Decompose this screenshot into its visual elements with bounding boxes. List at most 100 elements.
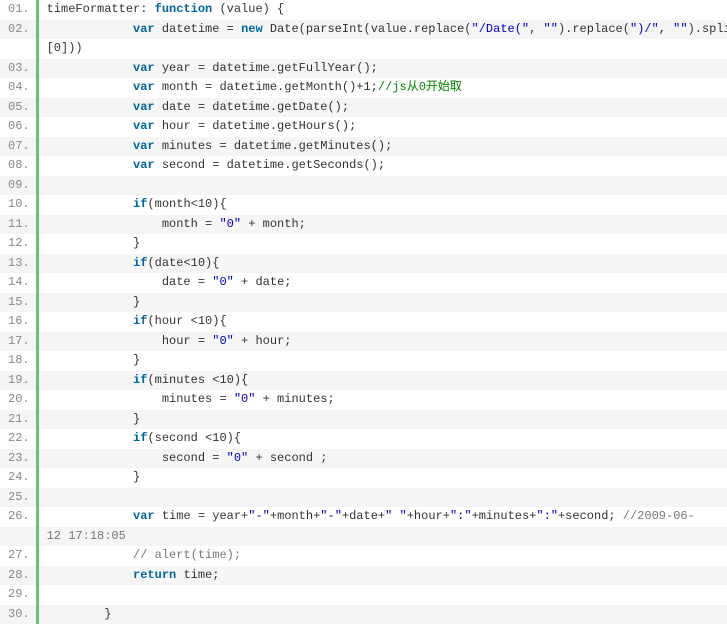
code-token: "0" [212, 275, 234, 289]
line-number: 25. [0, 488, 36, 508]
code-token: minutes = datetime.getMinutes(); [155, 139, 393, 153]
code-token [47, 373, 133, 387]
code-token: time; [176, 568, 219, 582]
code-token [47, 431, 133, 445]
code-token: (hour <10){ [147, 314, 226, 328]
code-token: ).replace( [558, 22, 630, 36]
code-line: // alert(time); [39, 546, 727, 566]
code-token: +second; [558, 509, 623, 523]
code-token [47, 139, 133, 153]
code-line: } [39, 468, 727, 488]
line-number [0, 39, 36, 59]
code-token: year = datetime.getFullYear(); [155, 61, 378, 75]
code-line: hour = "0" + hour; [39, 332, 727, 352]
code-line: return time; [39, 566, 727, 586]
code-token: +month+ [270, 509, 320, 523]
code-line: if(month<10){ [39, 195, 727, 215]
code-token [47, 119, 133, 133]
line-number: 26. [0, 507, 36, 527]
code-line: } [39, 410, 727, 430]
line-number: 02. [0, 20, 36, 40]
line-number: 15. [0, 293, 36, 313]
code-token: if [133, 256, 147, 270]
code-token: "0" [227, 451, 249, 465]
code-token: + date; [234, 275, 292, 289]
code-line: timeFormatter: function (value) { [39, 0, 727, 20]
code-token: 12 17:18:05 [47, 529, 126, 543]
code-token: return [133, 568, 176, 582]
code-token: (date<10){ [147, 256, 219, 270]
line-number: 01. [0, 0, 36, 20]
code-line: var date = datetime.getDate(); [39, 98, 727, 118]
code-token: if [133, 431, 147, 445]
code-token: "-" [248, 509, 270, 523]
code-token: "/Date(" [472, 22, 530, 36]
code-token [47, 158, 133, 172]
line-number: 04. [0, 78, 36, 98]
code-token: "0" [219, 217, 241, 231]
code-token: var [133, 119, 155, 133]
code-token [47, 178, 54, 192]
line-number: 18. [0, 351, 36, 371]
code-token: month = [47, 217, 220, 231]
code-token: } [47, 412, 141, 426]
code-area: timeFormatter: function (value) { var da… [39, 0, 727, 624]
code-token: (minutes <10){ [147, 373, 248, 387]
code-token: "0" [212, 334, 234, 348]
code-token: if [133, 314, 147, 328]
code-line [39, 488, 727, 508]
code-token: var [133, 100, 155, 114]
code-token: "" [544, 22, 558, 36]
code-token: " " [385, 509, 407, 523]
code-line: second = "0" + second ; [39, 449, 727, 469]
code-token: (month<10){ [147, 197, 226, 211]
code-token [47, 22, 133, 36]
code-token: timeFormatter: [47, 2, 155, 16]
code-token: [0])) [47, 41, 83, 55]
code-token: new [241, 22, 263, 36]
code-token: datetime = [155, 22, 241, 36]
code-token: , [659, 22, 673, 36]
code-token: hour = datetime.getHours(); [155, 119, 357, 133]
code-line: if(second <10){ [39, 429, 727, 449]
code-line: var year = datetime.getFullYear(); [39, 59, 727, 79]
code-line: var datetime = new Date(parseInt(value.r… [39, 20, 727, 40]
code-token: second = datetime.getSeconds(); [155, 158, 385, 172]
code-token: + month; [241, 217, 306, 231]
line-number: 08. [0, 156, 36, 176]
code-token [47, 490, 54, 504]
code-token [47, 100, 133, 114]
code-token [47, 509, 133, 523]
code-line [39, 176, 727, 196]
code-token: month = datetime.getMonth()+1; [155, 80, 378, 94]
code-block: 01.02.03.04.05.06.07.08.09.10.11.12.13.1… [0, 0, 727, 624]
line-number: 12. [0, 234, 36, 254]
code-token: var [133, 80, 155, 94]
code-token: } [47, 236, 141, 250]
line-number: 21. [0, 410, 36, 430]
code-token: date = datetime.getDate(); [155, 100, 349, 114]
line-number: 28. [0, 566, 36, 586]
code-token: time = year+ [155, 509, 249, 523]
code-line [39, 585, 727, 605]
line-number: 07. [0, 137, 36, 157]
code-token: "-" [320, 509, 342, 523]
code-token: (second <10){ [147, 431, 241, 445]
code-line: 12 17:18:05 [39, 527, 727, 547]
code-line: var minutes = datetime.getMinutes(); [39, 137, 727, 157]
code-token: +date+ [342, 509, 385, 523]
code-line: date = "0" + date; [39, 273, 727, 293]
code-token: //js从0开始取 [378, 80, 462, 94]
line-number: 11. [0, 215, 36, 235]
line-number: 29. [0, 585, 36, 605]
code-token: if [133, 197, 147, 211]
code-token [47, 314, 133, 328]
code-token: // alert(time); [133, 548, 241, 562]
code-token: date = [47, 275, 213, 289]
code-line: if(date<10){ [39, 254, 727, 274]
line-number: 20. [0, 390, 36, 410]
line-number: 03. [0, 59, 36, 79]
line-number: 30. [0, 605, 36, 624]
code-line: if(hour <10){ [39, 312, 727, 332]
line-number: 19. [0, 371, 36, 391]
